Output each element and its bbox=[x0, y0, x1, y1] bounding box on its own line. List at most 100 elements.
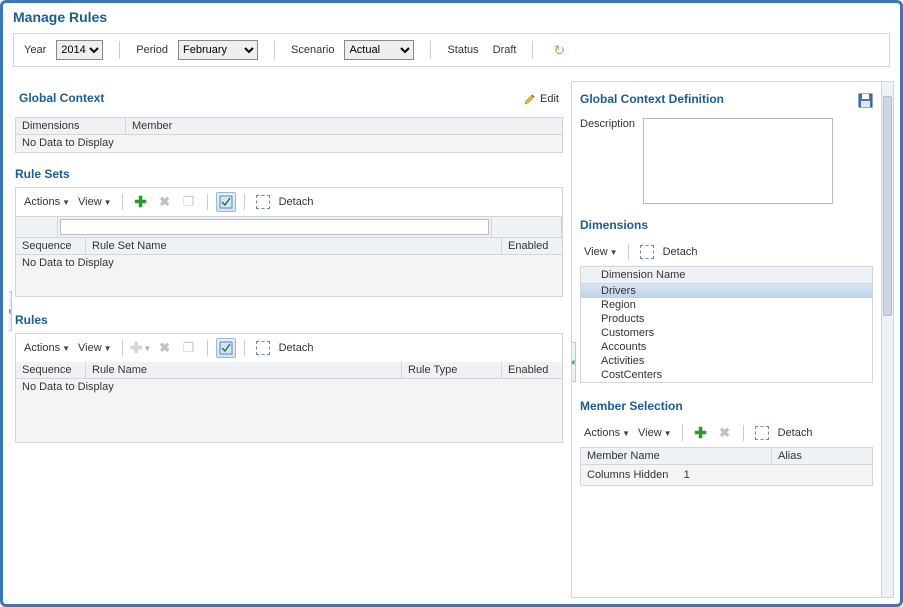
separator bbox=[430, 41, 431, 59]
detach-label[interactable]: Detach bbox=[778, 427, 813, 439]
actions-menu[interactable]: Actions ▼ bbox=[582, 427, 632, 439]
chevron-down-icon: ▼ bbox=[664, 429, 672, 438]
add-button[interactable]: ✚ bbox=[131, 192, 151, 212]
edit-label: Edit bbox=[540, 93, 559, 105]
separator bbox=[122, 194, 123, 210]
rules-title: Rules bbox=[15, 313, 563, 327]
toggle-button[interactable] bbox=[216, 192, 236, 212]
dimensions-toolbar: View ▼ Detach bbox=[580, 238, 873, 266]
refresh-icon[interactable]: ↻ bbox=[553, 42, 565, 59]
plus-icon: ✚ bbox=[134, 193, 147, 211]
member-selection-table: Member Name Alias Columns Hidden 1 bbox=[580, 447, 873, 486]
member-selection-title: Member Selection bbox=[580, 399, 873, 413]
col-dimensions: Dimensions bbox=[16, 118, 126, 134]
plus-icon: ✚ bbox=[694, 424, 707, 442]
rules-panel: Actions ▼ View ▼ ✚ ▼ ✖ ❐ bbox=[15, 333, 563, 443]
global-context-header: Global Context Edit bbox=[15, 85, 563, 117]
grid-icon bbox=[219, 195, 233, 209]
col-enabled: Enabled bbox=[502, 362, 562, 378]
description-textarea[interactable] bbox=[643, 118, 833, 204]
dimensions-list: Dimension Name DriversRegionProductsCust… bbox=[580, 266, 873, 383]
columns-hidden-row: Columns Hidden 1 bbox=[581, 465, 872, 485]
gc-nodata: No Data to Display bbox=[16, 135, 562, 151]
separator bbox=[682, 425, 683, 441]
year-label: Year bbox=[24, 44, 46, 56]
chevron-down-icon: ▼ bbox=[622, 429, 630, 438]
detach-label[interactable]: Detach bbox=[663, 246, 698, 258]
separator bbox=[743, 425, 744, 441]
dimension-name: CostCenters bbox=[601, 369, 662, 381]
global-context-title: Global Context bbox=[19, 91, 104, 105]
grid-icon bbox=[219, 341, 233, 355]
pencil-icon bbox=[524, 93, 536, 105]
x-icon: ✖ bbox=[159, 194, 170, 210]
col-member: Member bbox=[126, 118, 562, 134]
copy-button[interactable]: ❐ bbox=[179, 192, 199, 212]
add-button[interactable]: ✚ bbox=[691, 423, 711, 443]
member-selection-header: Member Name Alias bbox=[581, 448, 872, 465]
view-menu[interactable]: View ▼ bbox=[76, 342, 114, 354]
view-menu[interactable]: View ▼ bbox=[76, 196, 114, 208]
dimension-row[interactable]: Customers bbox=[581, 326, 872, 340]
dimension-row[interactable]: Region bbox=[581, 298, 872, 312]
plus-icon: ✚ bbox=[130, 339, 143, 357]
splitter-handle-left[interactable]: ◂ bbox=[9, 291, 12, 331]
year-select[interactable]: 2014 bbox=[56, 40, 103, 60]
toggle-button[interactable] bbox=[216, 338, 236, 358]
definition-title: Global Context Definition bbox=[580, 92, 724, 106]
period-select[interactable]: February bbox=[178, 40, 258, 60]
view-menu[interactable]: View ▼ bbox=[636, 427, 674, 439]
detach-icon bbox=[256, 195, 270, 209]
rulesets-filter-input[interactable] bbox=[60, 219, 489, 235]
dimension-name-col: Dimension Name bbox=[601, 269, 685, 281]
period-label: Period bbox=[136, 44, 168, 56]
delete-button[interactable]: ✖ bbox=[155, 338, 175, 358]
view-menu[interactable]: View ▼ bbox=[582, 246, 620, 258]
content-area: ◂ Global Context Edit Dimensions Member … bbox=[3, 81, 900, 604]
actions-menu[interactable]: Actions ▼ bbox=[22, 196, 72, 208]
member-selection-toolbar: Actions ▼ View ▼ ✚ ✖ Detach bbox=[580, 419, 873, 447]
col-ruletype: Rule Type bbox=[402, 362, 502, 378]
chevron-down-icon: ▼ bbox=[62, 198, 70, 207]
dimension-row[interactable]: Drivers bbox=[581, 284, 872, 298]
dimensions-title: Dimensions bbox=[580, 218, 873, 232]
dimension-row[interactable]: Accounts bbox=[581, 340, 872, 354]
status-value: Draft bbox=[493, 44, 517, 56]
detach-button[interactable] bbox=[253, 338, 273, 358]
edit-button[interactable]: Edit bbox=[524, 93, 559, 105]
scrollbar[interactable] bbox=[881, 82, 893, 597]
definition-header: Global Context Definition bbox=[580, 88, 873, 112]
rules-toolbar: Actions ▼ View ▼ ✚ ▼ ✖ ❐ bbox=[16, 334, 562, 362]
separator bbox=[628, 244, 629, 260]
scenario-select[interactable]: Actual bbox=[344, 40, 414, 60]
detach-icon bbox=[755, 426, 769, 440]
actions-menu[interactable]: Actions ▼ bbox=[22, 342, 72, 354]
separator bbox=[207, 340, 208, 356]
x-icon: ✖ bbox=[159, 340, 170, 356]
save-button[interactable] bbox=[858, 93, 873, 108]
delete-button[interactable]: ✖ bbox=[155, 192, 175, 212]
dimensions-list-header: Dimension Name bbox=[581, 267, 872, 284]
detach-label[interactable]: Detach bbox=[279, 342, 314, 354]
filter-bar: Year 2014 Period February Scenario Actua… bbox=[13, 33, 890, 67]
separator bbox=[244, 194, 245, 210]
detach-icon bbox=[640, 245, 654, 259]
copy-button[interactable]: ❐ bbox=[179, 338, 199, 358]
col-rulesetname: Rule Set Name bbox=[86, 238, 502, 254]
detach-button[interactable] bbox=[752, 423, 772, 443]
dimension-row[interactable]: CostCenters bbox=[581, 368, 872, 382]
dimension-row[interactable]: Products bbox=[581, 312, 872, 326]
scrollbar-thumb[interactable] bbox=[883, 96, 892, 316]
rulesets-nodata: No Data to Display bbox=[16, 255, 562, 271]
main-window: Manage Rules Year 2014 Period February S… bbox=[0, 0, 903, 607]
detach-label[interactable]: Detach bbox=[279, 196, 314, 208]
detach-icon bbox=[256, 341, 270, 355]
delete-button[interactable]: ✖ bbox=[715, 423, 735, 443]
add-menu-button[interactable]: ✚ ▼ bbox=[131, 338, 151, 358]
detach-button[interactable] bbox=[253, 192, 273, 212]
col-sequence: Sequence bbox=[16, 362, 86, 378]
separator bbox=[274, 41, 275, 59]
dimension-row[interactable]: Activities bbox=[581, 354, 872, 368]
detach-button[interactable] bbox=[637, 242, 657, 262]
dimension-name: Accounts bbox=[601, 341, 646, 353]
